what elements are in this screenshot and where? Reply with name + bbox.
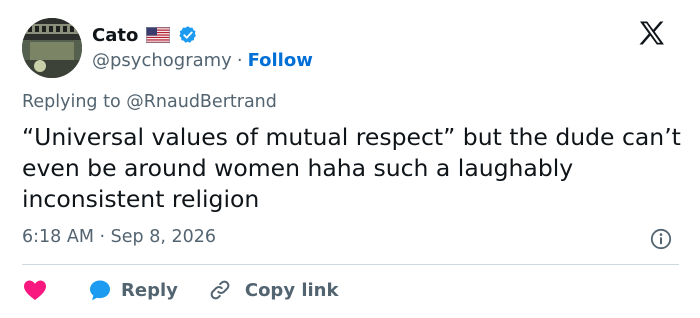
link-icon — [210, 280, 230, 300]
tweet-time: 6:18 AM — [22, 227, 94, 247]
follow-button[interactable]: Follow — [248, 50, 313, 71]
author-name-row: Cato — [92, 22, 198, 48]
author-handle[interactable]: @psychogramy — [92, 50, 232, 71]
copy-link-button[interactable]: Copy link — [208, 278, 339, 302]
reply-label: Reply — [121, 279, 178, 301]
separator-dot: · — [99, 227, 106, 247]
display-name[interactable]: Cato — [92, 25, 138, 46]
reply-button[interactable]: Reply — [88, 278, 178, 302]
us-flag-icon — [146, 27, 171, 43]
reply-bubble-icon — [90, 280, 110, 301]
tweet-timestamp[interactable]: 6:18 AM · Sep 8, 2026 — [22, 227, 216, 247]
reply-mention-link[interactable]: @RnaudBertrand — [126, 92, 277, 112]
handle-row: @psychogramy · Follow — [92, 48, 313, 72]
separator-dot: · — [236, 49, 243, 71]
copy-link-label: Copy link — [244, 279, 339, 301]
verified-badge-icon — [178, 25, 198, 45]
like-button[interactable] — [22, 278, 48, 302]
replying-to-prefix: Replying to — [22, 92, 121, 112]
divider — [22, 264, 679, 265]
replying-to: Replying to @RnaudBertrand — [22, 92, 277, 112]
action-bar: Reply Copy link — [22, 276, 338, 304]
tweet-text: “Universal values of mutual respect” but… — [22, 123, 681, 213]
heart-icon — [24, 280, 46, 300]
avatar[interactable] — [22, 18, 82, 78]
tweet-date: Sep 8, 2026 — [110, 227, 217, 247]
